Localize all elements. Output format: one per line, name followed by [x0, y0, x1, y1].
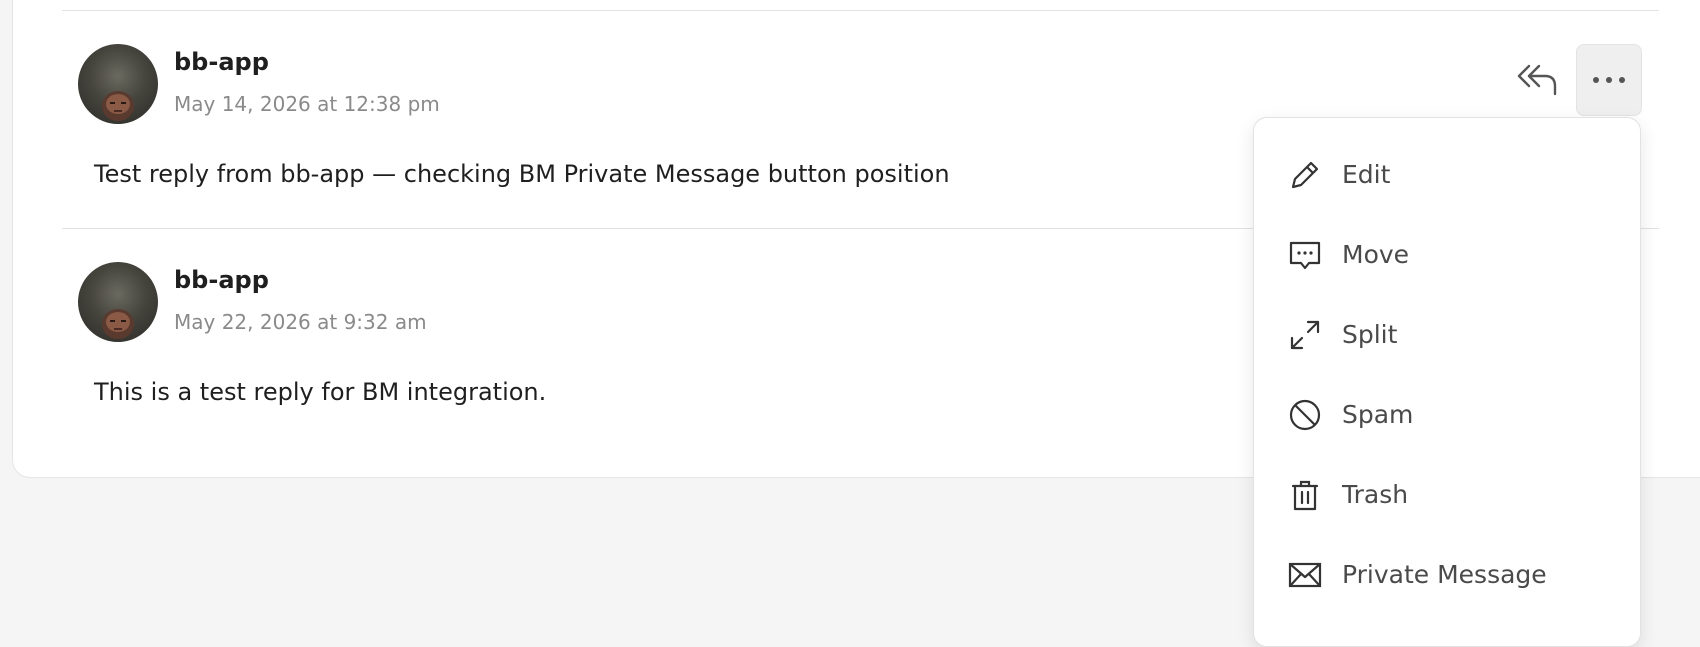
trash-icon: [1291, 480, 1319, 511]
menu-item-label: Spam: [1342, 399, 1414, 429]
message-dots-icon: [1289, 241, 1321, 270]
reply-content: Test reply from bb-app — checking BM Pri…: [94, 160, 950, 188]
reply-date[interactable]: May 22, 2026 at 9:32 am: [174, 310, 427, 334]
avatar-photo: [102, 309, 134, 339]
avatar[interactable]: [78, 44, 158, 124]
menu-item-private-message[interactable]: Private Message: [1254, 542, 1640, 606]
reply-all-icon: [1517, 64, 1557, 96]
reply-content: This is a test reply for BM integration.: [94, 378, 547, 406]
envelope-icon: [1288, 562, 1322, 588]
more-options-button[interactable]: [1576, 44, 1642, 116]
menu-item-move[interactable]: Move: [1254, 222, 1640, 286]
reply-date[interactable]: May 14, 2026 at 12:38 pm: [174, 92, 440, 116]
menu-item-label: Split: [1342, 319, 1398, 349]
author-name[interactable]: bb-app: [174, 48, 269, 76]
menu-item-label: Edit: [1342, 159, 1391, 189]
expand-arrows-icon: [1290, 320, 1320, 350]
menu-item-spam[interactable]: Spam: [1254, 382, 1640, 446]
reply-options-menu: Edit Move Split Spam Trash Private Messa…: [1253, 117, 1641, 647]
pencil-icon: [1291, 161, 1319, 189]
menu-item-label: Move: [1342, 239, 1410, 269]
menu-item-label: Trash: [1342, 479, 1409, 509]
avatar-photo: [102, 91, 134, 121]
menu-item-label: Private Message: [1342, 559, 1547, 589]
reply-button[interactable]: [1512, 56, 1562, 104]
menu-item-split[interactable]: Split: [1254, 302, 1640, 366]
menu-item-edit[interactable]: Edit: [1254, 142, 1640, 206]
menu-item-trash[interactable]: Trash: [1254, 462, 1640, 526]
ellipsis-icon: [1593, 77, 1625, 83]
ban-icon: [1289, 399, 1321, 431]
avatar[interactable]: [78, 262, 158, 342]
top-divider: [62, 10, 1659, 11]
author-name[interactable]: bb-app: [174, 266, 269, 294]
